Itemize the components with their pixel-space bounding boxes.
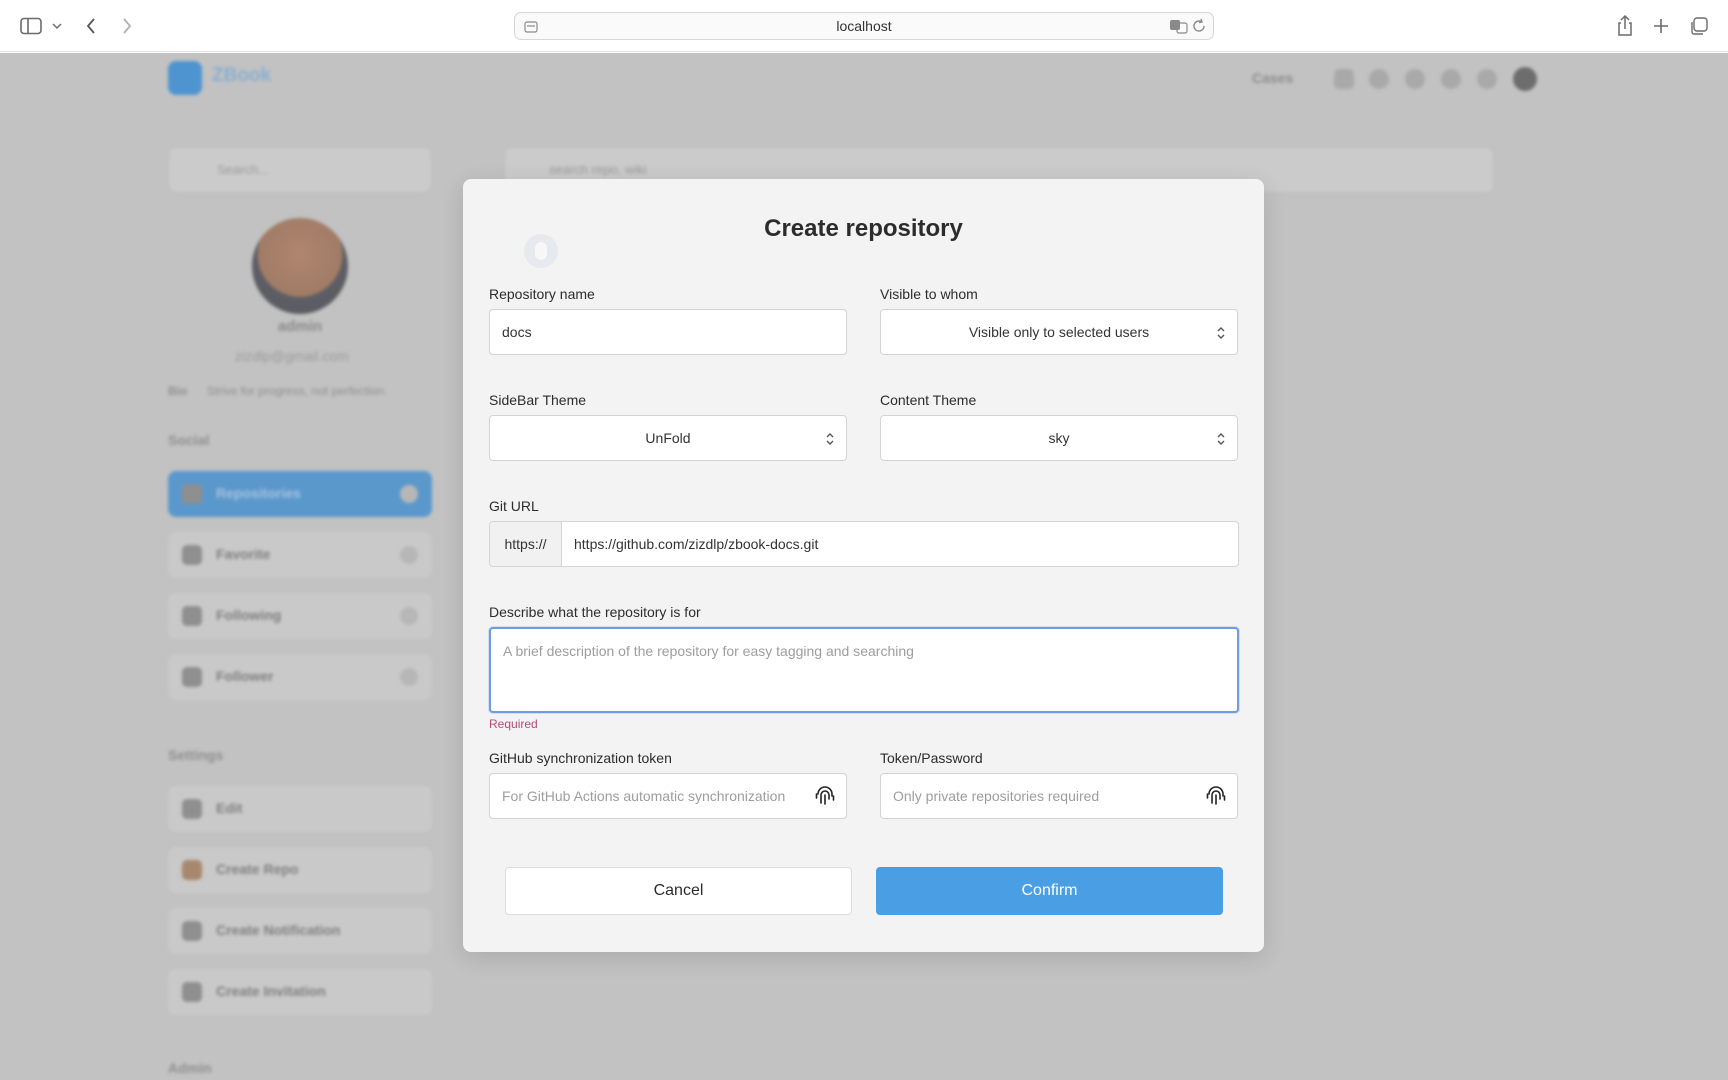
- content-theme-select[interactable]: sky: [880, 415, 1238, 461]
- sync-token-field: [489, 773, 847, 819]
- settings-heading: Settings: [168, 747, 224, 763]
- sidebar-item-label: Repositories: [216, 485, 301, 501]
- token-password-input[interactable]: [880, 773, 1238, 819]
- chevron-down-icon[interactable]: [50, 14, 64, 38]
- profile-bio: Bio Strive for progress, not perfection.: [168, 384, 387, 398]
- sidebar-item-follower: Follower: [168, 654, 432, 700]
- description-error: Required: [489, 717, 538, 731]
- visibility-value: Visible only to selected users: [968, 324, 1150, 340]
- repo-name-label: Repository name: [489, 286, 595, 302]
- sidebar-item-label: Following: [216, 607, 282, 623]
- page-settings-icon[interactable]: [523, 19, 539, 38]
- git-url-group: https://: [489, 521, 1240, 567]
- sidebar-theme-select[interactable]: UnFold: [489, 415, 847, 461]
- description-textarea[interactable]: [489, 627, 1239, 713]
- notification-icon: [182, 921, 202, 941]
- reload-icon[interactable]: [1191, 18, 1207, 37]
- repo-name-input[interactable]: [489, 309, 847, 355]
- dialog-title: Create repository: [764, 215, 963, 242]
- description-label: Describe what the repository is for: [489, 604, 701, 620]
- favorite-icon: [182, 545, 202, 565]
- visibility-select[interactable]: Visible only to selected users: [880, 309, 1238, 355]
- fingerprint-icon[interactable]: [813, 784, 837, 808]
- user-icon: [1405, 69, 1425, 89]
- token-password-field: [880, 773, 1238, 819]
- sync-token-label: GitHub synchronization token: [489, 750, 672, 766]
- content-theme-label: Content Theme: [880, 392, 977, 408]
- search-icon: [1369, 69, 1389, 89]
- sync-token-input[interactable]: [489, 773, 847, 819]
- follower-icon: [182, 667, 202, 687]
- sidebar-item-favorite: Favorite: [168, 532, 432, 578]
- sidebar-item-create-invitation: Create Invitation: [168, 969, 432, 1015]
- bio-text: Strive for progress, not perfection.: [206, 384, 388, 398]
- sidebar-item-edit: Edit: [168, 786, 432, 832]
- cancel-button[interactable]: Cancel: [505, 867, 852, 915]
- repositories-icon: [182, 484, 202, 504]
- create-repository-dialog: Create repository Repository name Visibl…: [463, 179, 1264, 952]
- fingerprint-icon[interactable]: [1204, 784, 1228, 808]
- count-badge: [400, 485, 418, 503]
- content-theme-value: sky: [1048, 430, 1070, 446]
- git-url-input[interactable]: [562, 522, 1240, 566]
- tab-overview-icon[interactable]: [1688, 14, 1710, 38]
- brand-name: ZBook: [212, 65, 272, 86]
- sidebar-item-repositories: Repositories: [168, 471, 432, 517]
- repo-icon: [1334, 69, 1354, 89]
- sidebar-item-label: Follower: [216, 668, 274, 684]
- following-icon: [182, 606, 202, 626]
- url-text: localhost: [836, 18, 892, 34]
- sidebar-item-create-notification: Create Notification: [168, 908, 432, 954]
- sidebar-theme-label: SideBar Theme: [489, 392, 587, 408]
- share-icon[interactable]: [1614, 14, 1636, 38]
- address-bar[interactable]: localhost: [514, 12, 1214, 40]
- back-arrow-icon[interactable]: [82, 14, 100, 38]
- sidebar-item-label: Create Notification: [216, 922, 341, 938]
- browser-toolbar: localhost: [0, 0, 1728, 52]
- social-heading: Social: [168, 432, 210, 448]
- create-repo-icon: [182, 860, 202, 880]
- sidebar-theme-value: UnFold: [645, 430, 691, 446]
- main-search-placeholder: search repo, wiki: [549, 162, 647, 177]
- edit-icon: [182, 799, 202, 819]
- count-badge: [400, 546, 418, 564]
- header-link-cases: Cases: [1252, 70, 1294, 86]
- sidebar-item-label: Create Repo: [216, 861, 299, 877]
- sidebar-item-create-repo: Create Repo: [168, 847, 432, 893]
- bio-label: Bio: [168, 384, 188, 398]
- sidebar-item-label: Edit: [216, 800, 243, 816]
- theme-icon: [1441, 69, 1461, 89]
- bell-icon: [1477, 69, 1497, 89]
- updown-chevron-icon: [826, 433, 834, 445]
- avatar-small: [1513, 67, 1537, 91]
- git-url-prefix: https://: [490, 522, 562, 566]
- sidebar-item-label: Create Invitation: [216, 983, 326, 999]
- logo-icon: [168, 61, 202, 95]
- sidebar-search-placeholder: Search...: [217, 162, 270, 177]
- sidebar-search: Search...: [168, 147, 432, 193]
- sidebar-toggle-icon[interactable]: [18, 14, 44, 38]
- git-url-label: Git URL: [489, 498, 539, 514]
- profile-name: admin: [277, 318, 323, 335]
- sidebar-item-label: Favorite: [216, 546, 271, 562]
- admin-heading: Admin: [168, 1060, 212, 1076]
- profile-email: zizdlp@gmail.com: [235, 348, 349, 364]
- invitation-icon: [182, 982, 202, 1002]
- sidebar-item-following: Following: [168, 593, 432, 639]
- visibility-label: Visible to whom: [880, 286, 978, 302]
- forward-arrow-icon[interactable]: [118, 14, 136, 38]
- avatar: [252, 218, 348, 314]
- token-password-label: Token/Password: [880, 750, 983, 766]
- updown-chevron-icon: [1217, 327, 1225, 339]
- confirm-button[interactable]: Confirm: [876, 867, 1223, 915]
- count-badge: [400, 668, 418, 686]
- new-tab-icon[interactable]: [1650, 14, 1672, 38]
- updown-chevron-icon: [1217, 433, 1225, 445]
- count-badge: [400, 607, 418, 625]
- translate-icon[interactable]: [1169, 18, 1189, 37]
